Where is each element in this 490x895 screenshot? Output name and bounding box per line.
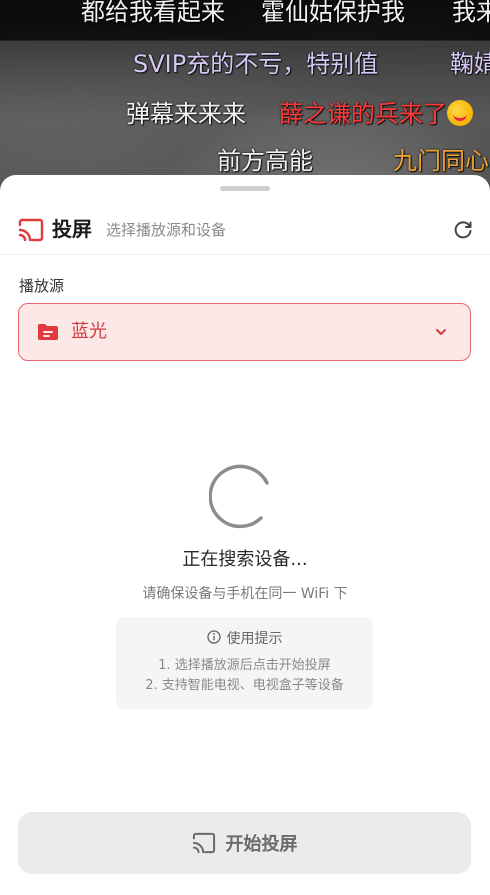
source-selected-value: 蓝光 [71, 321, 107, 342]
source-label: 播放源 [19, 277, 65, 295]
danmaku-item: 前方高能 [217, 147, 313, 175]
danmaku-item: 鞠婧 [450, 50, 490, 78]
cast-icon [18, 218, 44, 242]
source-dropdown[interactable]: 蓝光 [18, 303, 471, 361]
refresh-button[interactable] [450, 217, 476, 243]
info-icon [206, 630, 221, 644]
cast-icon [192, 832, 215, 854]
grin-emoji-icon [447, 100, 473, 126]
wifi-hint: 请确保设备与手机在同一 WiFi 下 [142, 586, 348, 602]
chevron-down-icon [436, 329, 446, 335]
folder-icon [38, 324, 58, 340]
danmaku-item: 薛之谦的兵来了 [279, 98, 473, 130]
sheet-subtitle: 选择播放源和设备 [106, 221, 227, 239]
danmaku-item: 霍仙姑保护我 [261, 0, 405, 26]
start-cast-label: 开始投屏 [225, 834, 298, 855]
searching-status: 正在搜索设备... [182, 549, 308, 570]
loading-spinner-icon [209, 464, 269, 529]
danmaku-item: 九门同心 [393, 147, 489, 175]
drag-handle[interactable] [220, 186, 270, 191]
refresh-icon [454, 221, 472, 239]
video-background: 都给我看起来 霍仙姑保护我 我来 SVIP充的不亏，特别值 鞠婧 弹幕来来来 薛… [0, 0, 490, 200]
tip-item: 1. 选择播放源后点击开始投屏 [158, 658, 331, 673]
usage-tips-box: 使用提示 1. 选择播放源后点击开始投屏 2. 支持智能电视、电视盒子等设备 [116, 617, 373, 709]
sheet-header: 投屏 选择播放源和设备 [0, 205, 490, 255]
tips-title: 使用提示 [226, 631, 283, 647]
danmaku-text: 薛之谦的兵来了 [279, 100, 447, 128]
danmaku-item: 都给我看起来 [81, 0, 225, 26]
tip-item: 2. 支持智能电视、电视盒子等设备 [145, 678, 344, 693]
start-cast-button[interactable]: 开始投屏 [18, 812, 471, 874]
danmaku-item: 弹幕来来来 [126, 100, 246, 128]
cast-bottom-sheet: 投屏 选择播放源和设备 播放源 蓝光 正在搜索设备... 请确保设备与手机在同一… [0, 175, 490, 895]
sheet-title: 投屏 [52, 217, 92, 241]
tips-header: 使用提示 [116, 629, 373, 649]
danmaku-item: 我来 [452, 0, 490, 26]
danmaku-item: SVIP充的不亏，特别值 [133, 50, 379, 78]
